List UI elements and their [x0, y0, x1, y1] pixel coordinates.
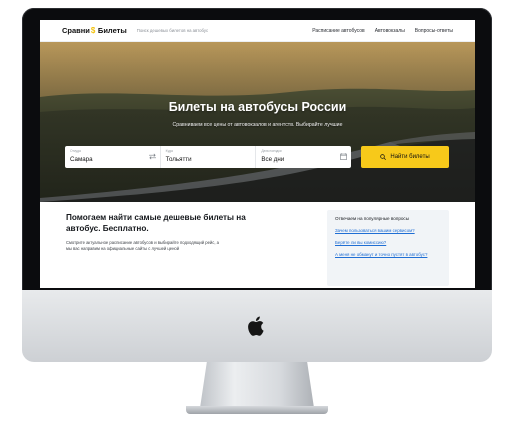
website-screen: Сравни $ Билеты Поиск дешевых билетов на…: [40, 20, 475, 288]
nav-link-faq[interactable]: Вопросы-ответы: [415, 28, 453, 34]
faq-link-commission[interactable]: Берёте ли вы комиссию?: [335, 240, 441, 245]
faq-link-trust[interactable]: А меня не обманут и точно пустят в автоб…: [335, 252, 441, 257]
promo-heading: Помогаем найти самые дешевые билеты на а…: [66, 213, 246, 233]
calendar-icon: [340, 153, 347, 160]
logo-text-left: Сравни: [62, 26, 90, 35]
hero-title: Билеты на автобусы России: [168, 100, 347, 114]
faq-title: Отвечаем на популярные вопросы: [335, 216, 410, 221]
date-value: Все дни: [261, 156, 285, 163]
search-icon: [380, 154, 387, 160]
main-nav: Расписание автобусов Автовокзалы Вопросы…: [312, 28, 453, 34]
swap-arrows-icon[interactable]: [148, 153, 156, 160]
promo-description: Смотрите актуальное расписание автобусов…: [66, 240, 220, 252]
find-tickets-label: Найти билеты: [390, 154, 430, 160]
from-value: Самара: [70, 156, 93, 163]
hero-section: Билеты на автобусы России Сравниваем все…: [40, 42, 475, 202]
faq-link-why-use[interactable]: Зачем пользоваться вашим сервисом?: [335, 228, 441, 233]
logo-dollar-icon: $: [90, 25, 96, 35]
date-label: Дата поездки: [261, 149, 282, 153]
to-label: Куда: [165, 149, 173, 153]
nav-link-stations[interactable]: Автовокзалы: [375, 28, 405, 34]
site-logo[interactable]: Сравни $ Билеты: [62, 26, 127, 35]
logo-text-right: Билеты: [97, 26, 127, 35]
nav-link-schedule[interactable]: Расписание автобусов: [312, 28, 365, 34]
find-tickets-button[interactable]: Найти билеты: [361, 146, 449, 168]
from-field[interactable]: Откуда Самара: [65, 146, 161, 168]
site-tagline: Поиск дешевых билетов на автобус: [136, 28, 209, 33]
from-label: Откуда: [70, 149, 81, 153]
date-field[interactable]: Дата поездки Все дни: [256, 146, 351, 168]
search-form: Откуда Самара Куда Тольятти Дата поездки…: [65, 146, 351, 168]
apple-logo-icon: [248, 316, 264, 336]
info-section: Помогаем найти самые дешевые билеты на а…: [40, 202, 475, 288]
monitor-stand-foot: [186, 406, 328, 414]
hero-subtitle: Сравниваем все цены от автовокзалов и аг…: [172, 122, 343, 128]
site-header: Сравни $ Билеты Поиск дешевых билетов на…: [40, 20, 475, 42]
faq-box: Отвечаем на популярные вопросы Зачем пол…: [327, 210, 449, 286]
to-field[interactable]: Куда Тольятти: [161, 146, 257, 168]
to-value: Тольятти: [165, 156, 192, 163]
monitor-stand-neck: [200, 362, 314, 408]
